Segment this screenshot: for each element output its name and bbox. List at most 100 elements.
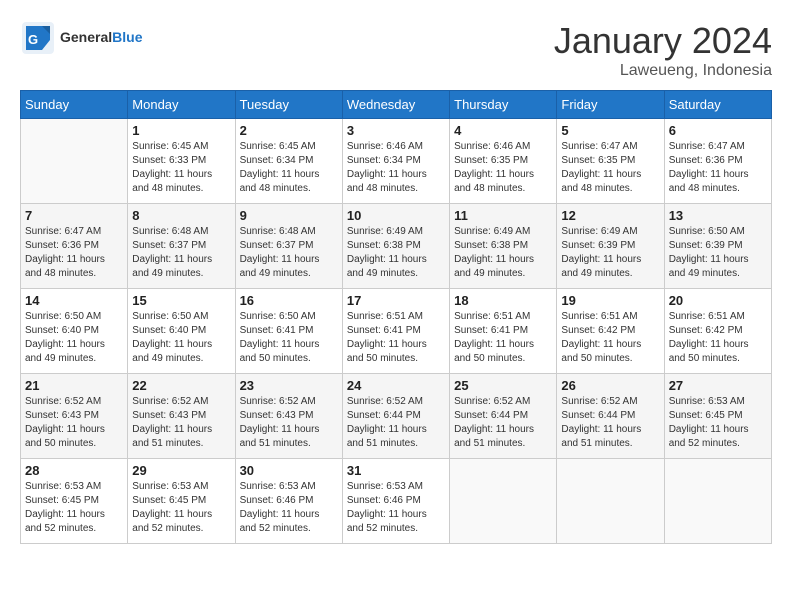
weekday-header-thursday: Thursday bbox=[450, 91, 557, 119]
day-number: 14 bbox=[25, 293, 123, 308]
calendar-cell: 22 Sunrise: 6:52 AMSunset: 6:43 PMDayligh… bbox=[128, 374, 235, 459]
day-info: Sunrise: 6:53 AMSunset: 6:45 PMDaylight:… bbox=[669, 395, 767, 451]
day-info: Sunrise: 6:48 AMSunset: 6:37 PMDaylight:… bbox=[240, 225, 338, 281]
calendar-cell: 26Sunrise: 6:52 AMSunset: 6:44 PMDayligh… bbox=[557, 374, 664, 459]
calendar-cell: 9Sunrise: 6:48 AMSunset: 6:37 PMDaylight… bbox=[235, 204, 342, 289]
calendar-cell: 18 Sunrise: 6:51 AMSunset: 6:41 PMDayligh… bbox=[450, 289, 557, 374]
calendar-cell: 2 Sunrise: 6:45 AMSunset: 6:34 PMDaylight… bbox=[235, 119, 342, 204]
svg-text:G: G bbox=[28, 32, 38, 47]
day-info: Sunrise: 6:51 AMSunset: 6:42 PMDaylight:… bbox=[669, 310, 767, 366]
day-number: 22 bbox=[132, 378, 230, 393]
calendar-cell: 15 Sunrise: 6:50 AMSunset: 6:40 PMDayligh… bbox=[128, 289, 235, 374]
calendar-cell: 17 Sunrise: 6:51 AMSunset: 6:41 PMDayligh… bbox=[342, 289, 449, 374]
calendar-cell: 24Sunrise: 6:52 AMSunset: 6:44 PMDayligh… bbox=[342, 374, 449, 459]
day-info: Sunrise: 6:45 AMSunset: 6:33 PMDaylight:… bbox=[132, 140, 230, 196]
day-number: 28 bbox=[25, 463, 123, 478]
day-number: 15 bbox=[132, 293, 230, 308]
calendar-cell: 19Sunrise: 6:51 AMSunset: 6:42 PMDayligh… bbox=[557, 289, 664, 374]
day-info: Sunrise: 6:49 AMSunset: 6:38 PMDaylight:… bbox=[454, 225, 552, 281]
day-number: 6 bbox=[669, 123, 767, 138]
calendar-cell: 21Sunrise: 6:52 AMSunset: 6:43 PMDayligh… bbox=[21, 374, 128, 459]
day-number: 21 bbox=[25, 378, 123, 393]
day-info: Sunrise: 6:53 AMSunset: 6:45 PMDaylight:… bbox=[132, 480, 230, 536]
day-info: Sunrise: 6:46 AMSunset: 6:35 PMDaylight:… bbox=[454, 140, 552, 196]
day-info: Sunrise: 6:49 AMSunset: 6:38 PMDaylight:… bbox=[347, 225, 445, 281]
calendar-cell: 20 Sunrise: 6:51 AMSunset: 6:42 PMDayligh… bbox=[664, 289, 771, 374]
calendar-cell: 29Sunrise: 6:53 AMSunset: 6:45 PMDayligh… bbox=[128, 459, 235, 544]
day-info: Sunrise: 6:52 AMSunset: 6:43 PMDaylight:… bbox=[132, 395, 230, 451]
weekday-header-sunday: Sunday bbox=[21, 91, 128, 119]
day-info: Sunrise: 6:52 AMSunset: 6:44 PMDaylight:… bbox=[454, 395, 552, 451]
day-number: 12 bbox=[561, 208, 659, 223]
calendar-cell: 12 Sunrise: 6:49 AMSunset: 6:39 PMDayligh… bbox=[557, 204, 664, 289]
logo: G GeneralBlue bbox=[20, 20, 142, 56]
weekday-header-tuesday: Tuesday bbox=[235, 91, 342, 119]
weekday-header-wednesday: Wednesday bbox=[342, 91, 449, 119]
calendar-week-1: 1 Sunrise: 6:45 AMSunset: 6:33 PMDaylight… bbox=[21, 119, 772, 204]
calendar-cell: 27Sunrise: 6:53 AMSunset: 6:45 PMDayligh… bbox=[664, 374, 771, 459]
day-number: 18 bbox=[454, 293, 552, 308]
day-info: Sunrise: 6:47 AMSunset: 6:35 PMDaylight:… bbox=[561, 140, 659, 196]
day-info: Sunrise: 6:48 AMSunset: 6:37 PMDaylight:… bbox=[132, 225, 230, 281]
calendar-cell bbox=[557, 459, 664, 544]
day-info: Sunrise: 6:50 AMSunset: 6:40 PMDaylight:… bbox=[132, 310, 230, 366]
logo-general: General bbox=[60, 29, 112, 45]
day-number: 5 bbox=[561, 123, 659, 138]
calendar-cell bbox=[21, 119, 128, 204]
calendar-cell: 4 Sunrise: 6:46 AMSunset: 6:35 PMDaylight… bbox=[450, 119, 557, 204]
calendar-cell bbox=[450, 459, 557, 544]
calendar-cell: 25 Sunrise: 6:52 AMSunset: 6:44 PMDayligh… bbox=[450, 374, 557, 459]
calendar-cell: 23Sunrise: 6:52 AMSunset: 6:43 PMDayligh… bbox=[235, 374, 342, 459]
day-info: Sunrise: 6:53 AMSunset: 6:46 PMDaylight:… bbox=[347, 480, 445, 536]
calendar-cell: 28Sunrise: 6:53 AMSunset: 6:45 PMDayligh… bbox=[21, 459, 128, 544]
day-info: Sunrise: 6:50 AMSunset: 6:39 PMDaylight:… bbox=[669, 225, 767, 281]
day-number: 31 bbox=[347, 463, 445, 478]
day-number: 13 bbox=[669, 208, 767, 223]
calendar-week-5: 28 Sunrise: 6:53 AMSunset: 6:45 PMDayligh… bbox=[21, 459, 772, 544]
day-info: Sunrise: 6:50 AMSunset: 6:40 PMDaylight:… bbox=[25, 310, 123, 366]
day-info: Sunrise: 6:53 AMSunset: 6:46 PMDaylight:… bbox=[240, 480, 338, 536]
calendar-cell: 11Sunrise: 6:49 AMSunset: 6:38 PMDayligh… bbox=[450, 204, 557, 289]
calendar-cell: 13 Sunrise: 6:50 AMSunset: 6:39 PMDayligh… bbox=[664, 204, 771, 289]
calendar-cell: 14 Sunrise: 6:50 AMSunset: 6:40 PMDayligh… bbox=[21, 289, 128, 374]
calendar-table: SundayMondayTuesdayWednesdayThursdayFrid… bbox=[20, 90, 772, 544]
calendar-cell: 7Sunrise: 6:47 AMSunset: 6:36 PMDaylight… bbox=[21, 204, 128, 289]
calendar-week-3: 14 Sunrise: 6:50 AMSunset: 6:40 PMDayligh… bbox=[21, 289, 772, 374]
logo-blue: Blue bbox=[112, 29, 142, 45]
weekday-header-saturday: Saturday bbox=[664, 91, 771, 119]
calendar-cell: 3 Sunrise: 6:46 AMSunset: 6:34 PMDaylight… bbox=[342, 119, 449, 204]
day-info: Sunrise: 6:51 AMSunset: 6:41 PMDaylight:… bbox=[347, 310, 445, 366]
weekday-header-monday: Monday bbox=[128, 91, 235, 119]
day-info: Sunrise: 6:49 AMSunset: 6:39 PMDaylight:… bbox=[561, 225, 659, 281]
title-block: January 2024 Laweueng, Indonesia bbox=[554, 20, 772, 80]
day-info: Sunrise: 6:47 AMSunset: 6:36 PMDaylight:… bbox=[669, 140, 767, 196]
day-number: 20 bbox=[669, 293, 767, 308]
day-info: Sunrise: 6:51 AMSunset: 6:42 PMDaylight:… bbox=[561, 310, 659, 366]
calendar-cell: 16 Sunrise: 6:50 AMSunset: 6:41 PMDayligh… bbox=[235, 289, 342, 374]
calendar-cell: 8Sunrise: 6:48 AMSunset: 6:37 PMDaylight… bbox=[128, 204, 235, 289]
day-number: 2 bbox=[240, 123, 338, 138]
day-number: 3 bbox=[347, 123, 445, 138]
calendar-cell: 1 Sunrise: 6:45 AMSunset: 6:33 PMDaylight… bbox=[128, 119, 235, 204]
day-info: Sunrise: 6:52 AMSunset: 6:44 PMDaylight:… bbox=[347, 395, 445, 451]
weekday-header-friday: Friday bbox=[557, 91, 664, 119]
calendar-cell: 6 Sunrise: 6:47 AMSunset: 6:36 PMDaylight… bbox=[664, 119, 771, 204]
day-number: 1 bbox=[132, 123, 230, 138]
day-info: Sunrise: 6:50 AMSunset: 6:41 PMDaylight:… bbox=[240, 310, 338, 366]
day-info: Sunrise: 6:46 AMSunset: 6:34 PMDaylight:… bbox=[347, 140, 445, 196]
day-info: Sunrise: 6:45 AMSunset: 6:34 PMDaylight:… bbox=[240, 140, 338, 196]
logo-text: GeneralBlue bbox=[60, 30, 142, 45]
day-number: 10 bbox=[347, 208, 445, 223]
day-number: 23 bbox=[240, 378, 338, 393]
logo-icon: G bbox=[20, 20, 56, 56]
page-header: G GeneralBlue January 2024 Laweueng, Ind… bbox=[20, 20, 772, 80]
day-number: 4 bbox=[454, 123, 552, 138]
day-number: 26 bbox=[561, 378, 659, 393]
day-number: 25 bbox=[454, 378, 552, 393]
day-number: 30 bbox=[240, 463, 338, 478]
day-number: 17 bbox=[347, 293, 445, 308]
day-number: 16 bbox=[240, 293, 338, 308]
month-title: January 2024 bbox=[554, 20, 772, 62]
day-number: 7 bbox=[25, 208, 123, 223]
day-info: Sunrise: 6:51 AMSunset: 6:41 PMDaylight:… bbox=[454, 310, 552, 366]
